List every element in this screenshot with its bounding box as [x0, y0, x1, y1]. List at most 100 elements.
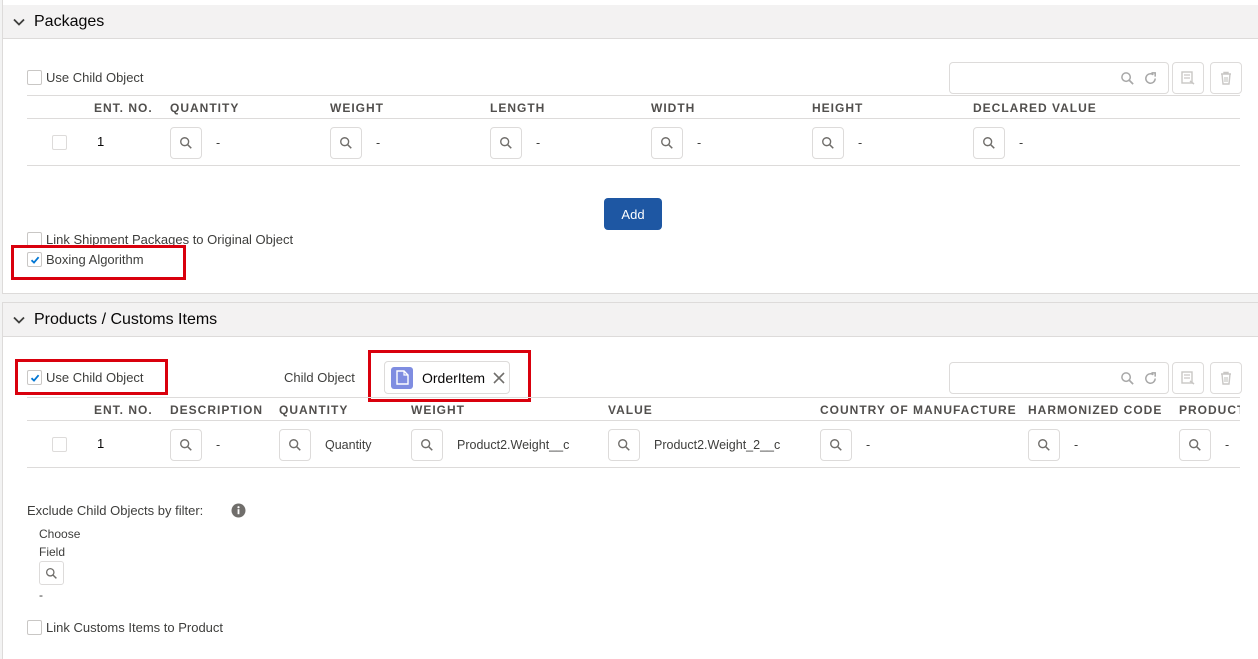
- field-lookup-button[interactable]: [279, 429, 311, 461]
- column-header[interactable]: QUANTITY: [279, 403, 348, 417]
- value-cell: Product2.Weight_2__c: [608, 429, 780, 461]
- product-cell: -: [1179, 429, 1229, 461]
- checkbox-box[interactable]: [27, 370, 42, 385]
- field-lookup-button[interactable]: [490, 127, 522, 159]
- packages-section-header[interactable]: Packages: [3, 5, 1258, 39]
- search-icon: [983, 137, 995, 149]
- column-header[interactable]: VALUE: [608, 403, 653, 417]
- child-object-value: OrderItem: [422, 369, 486, 386]
- checkmark-icon: [30, 374, 39, 382]
- cell-value: -: [1019, 136, 1024, 150]
- row-checkbox[interactable]: [52, 437, 67, 452]
- object-icon: [391, 366, 413, 389]
- cell-value: -: [1225, 438, 1230, 452]
- packages-card: Packages Use Child Object ENT. NO. QUANT…: [2, 0, 1258, 294]
- checkbox-box[interactable]: [27, 232, 42, 247]
- packages-search-input[interactable]: [949, 62, 1169, 94]
- search-icon: [830, 439, 842, 451]
- products-use-child-object-checkbox[interactable]: Use Child Object: [27, 370, 144, 385]
- column-header[interactable]: DESCRIPTION: [170, 403, 263, 417]
- search-icon: [500, 137, 512, 149]
- edit-rows-button[interactable]: [1172, 62, 1204, 94]
- link-packages-checkbox[interactable]: Link Shipment Packages to Original Objec…: [27, 232, 293, 247]
- search-icon: [289, 439, 301, 451]
- column-header[interactable]: LENGTH: [490, 101, 545, 115]
- refresh-icon[interactable]: [1143, 71, 1158, 86]
- table-row: 1 - Quantity Product2.Weight__c Product2…: [27, 421, 1240, 468]
- field-lookup-button[interactable]: [170, 127, 202, 159]
- cell-value: Product2.Weight__c: [457, 438, 570, 452]
- choose-field-lookup-button[interactable]: [39, 561, 64, 585]
- checkbox-label: Link Shipment Packages to Original Objec…: [46, 232, 294, 247]
- table-row: 1 - - - - - -: [27, 119, 1240, 166]
- field-lookup-button[interactable]: [170, 429, 202, 461]
- column-header[interactable]: WIDTH: [651, 101, 695, 115]
- cell-value: -: [376, 136, 381, 150]
- section-title: Products / Customs Items: [34, 310, 218, 328]
- search-icon: [1189, 439, 1201, 451]
- field-lookup-button[interactable]: [411, 429, 443, 461]
- column-header[interactable]: ENT. NO.: [94, 403, 153, 417]
- field-lookup-button[interactable]: [608, 429, 640, 461]
- column-header[interactable]: QUANTITY: [170, 101, 239, 115]
- column-header[interactable]: WEIGHT: [330, 101, 384, 115]
- field-lookup-button[interactable]: [330, 127, 362, 159]
- column-header[interactable]: HEIGHT: [812, 101, 863, 115]
- declared-value-cell: -: [973, 127, 1023, 159]
- field-lookup-button[interactable]: [651, 127, 683, 159]
- exclude-filter-label: Exclude Child Objects by filter:: [27, 503, 204, 518]
- products-section-header[interactable]: Products / Customs Items: [3, 303, 1258, 337]
- search-icon[interactable]: [1120, 371, 1135, 386]
- checkbox-box[interactable]: [27, 70, 42, 85]
- checkbox-box[interactable]: [27, 252, 42, 267]
- edit-list-icon: [1181, 71, 1195, 85]
- column-header[interactable]: HARMONIZED CODE: [1028, 403, 1162, 417]
- products-card: Products / Customs Items Use Child Objec…: [2, 302, 1258, 659]
- field-lookup-button[interactable]: [1179, 429, 1211, 461]
- column-header[interactable]: ENT. NO.: [94, 101, 153, 115]
- height-cell: -: [812, 127, 862, 159]
- search-icon: [618, 439, 630, 451]
- refresh-icon[interactable]: [1143, 371, 1158, 386]
- search-icon: [340, 137, 352, 149]
- field-lookup-button[interactable]: [973, 127, 1005, 159]
- search-icon: [822, 137, 834, 149]
- edit-rows-button[interactable]: [1172, 362, 1204, 394]
- cell-value: -: [858, 136, 863, 150]
- search-icon: [45, 567, 57, 579]
- field-lookup-button[interactable]: [812, 127, 844, 159]
- packages-use-child-object-checkbox[interactable]: Use Child Object: [27, 70, 144, 85]
- add-button[interactable]: Add: [604, 198, 662, 230]
- delete-rows-button[interactable]: [1210, 62, 1242, 94]
- search-icon: [661, 137, 673, 149]
- checkbox-box[interactable]: [27, 620, 42, 635]
- chevron-down-icon[interactable]: [12, 313, 26, 327]
- weight-cell: -: [330, 127, 380, 159]
- packages-table-header: ENT. NO. QUANTITY WEIGHT LENGTH WIDTH HE…: [27, 95, 1240, 119]
- checkmark-icon: [30, 256, 39, 264]
- products-search-input[interactable]: [949, 362, 1169, 394]
- search-icon[interactable]: [1120, 71, 1135, 86]
- child-object-pill[interactable]: OrderItem: [384, 361, 510, 394]
- boxing-algorithm-checkbox[interactable]: Boxing Algorithm: [27, 252, 144, 267]
- delete-rows-button[interactable]: [1210, 362, 1242, 394]
- cell-value: -: [536, 136, 541, 150]
- chevron-down-icon[interactable]: [12, 15, 26, 29]
- country-cell: -: [820, 429, 870, 461]
- info-icon[interactable]: [231, 503, 246, 518]
- field-lookup-button[interactable]: [1028, 429, 1060, 461]
- column-header[interactable]: COUNTRY OF MANUFACTURE: [820, 403, 1017, 417]
- column-header[interactable]: DECLARED VALUE: [973, 101, 1097, 115]
- quantity-cell: -: [170, 127, 220, 159]
- column-header[interactable]: WEIGHT: [411, 403, 465, 417]
- checkbox-label: Link Customs Items to Product: [46, 620, 224, 635]
- link-customs-items-checkbox[interactable]: Link Customs Items to Product: [27, 620, 223, 635]
- width-cell: -: [651, 127, 701, 159]
- field-lookup-button[interactable]: [820, 429, 852, 461]
- weight-cell: Product2.Weight__c: [411, 429, 569, 461]
- search-icon: [180, 137, 192, 149]
- column-header[interactable]: PRODUCT: [1179, 403, 1240, 417]
- row-checkbox[interactable]: [52, 135, 67, 150]
- close-icon[interactable]: [493, 371, 505, 384]
- section-title: Packages: [34, 12, 105, 30]
